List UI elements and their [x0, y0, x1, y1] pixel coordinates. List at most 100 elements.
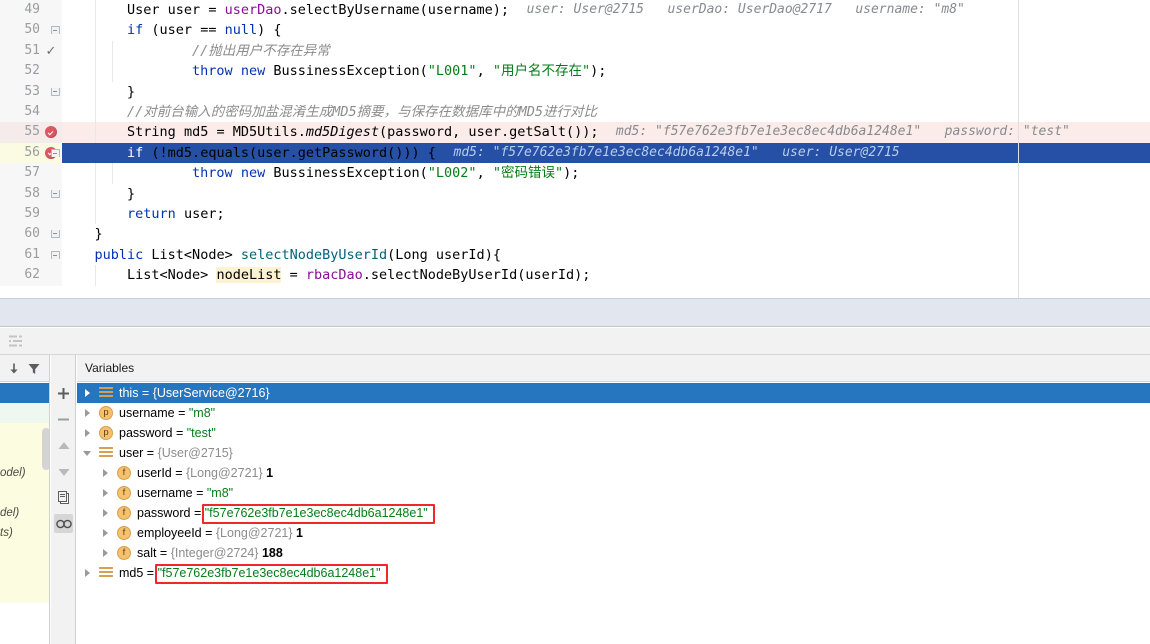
- debugger-toolbar[interactable]: [0, 328, 1150, 355]
- code-text[interactable]: }: [62, 184, 135, 204]
- chevron-right-icon[interactable]: [99, 523, 111, 543]
- code-line[interactable]: 58 }: [0, 183, 1150, 204]
- code-fold-up-icon[interactable]: [44, 224, 66, 244]
- code-line[interactable]: 53 }: [0, 81, 1150, 102]
- variable-label: username = "m8": [119, 406, 216, 420]
- code-line[interactable]: 59 return user;: [0, 204, 1150, 225]
- arrow-down-icon[interactable]: [54, 462, 73, 481]
- code-line[interactable]: 55 String md5 = MD5Utils.md5Digest(passw…: [0, 122, 1150, 143]
- code-line[interactable]: 56 if (!md5.equals(user.getPassword())) …: [0, 142, 1150, 164]
- arrow-up-icon[interactable]: [54, 436, 73, 455]
- code-text[interactable]: User user = userDao.selectByUsername(use…: [62, 0, 509, 20]
- variable-row[interactable]: f username = "m8": [77, 483, 1150, 503]
- inline-debug-hint: md5: "f57e762e3fb7e1e3ec8ec4db6a1248e1" …: [615, 124, 1070, 140]
- code-text[interactable]: if (user == null) {: [62, 20, 281, 40]
- line-number: 56: [24, 144, 40, 160]
- line-number: 51: [24, 42, 40, 58]
- line-number: 52: [24, 63, 40, 79]
- variable-row[interactable]: md5 = "f57e762e3fb7e1e3ec8ec4db6a1248e1": [77, 563, 1150, 583]
- frames-pane[interactable]: odel) del) ts): [0, 355, 50, 644]
- variable-row[interactable]: f userId = {Long@2721} 1: [77, 463, 1150, 483]
- frame-list-item[interactable]: [0, 543, 49, 563]
- chevron-right-icon[interactable]: [81, 423, 93, 443]
- variables-side-toolbar[interactable]: [51, 355, 76, 644]
- code-line[interactable]: 52 throw new BussinessException("L001", …: [0, 61, 1150, 82]
- code-line[interactable]: 54 //对前台输入的密码加盐混淆生成MD5摘要，与保存在数据库中的MD5进行对…: [0, 102, 1150, 123]
- chevron-right-icon[interactable]: [99, 543, 111, 563]
- variable-row[interactable]: p password = "test": [77, 423, 1150, 443]
- frame-list-item[interactable]: [0, 483, 49, 503]
- minus-icon[interactable]: [54, 410, 73, 429]
- method-check-icon[interactable]: ✓: [40, 41, 62, 61]
- variable-row[interactable]: user = {User@2715}: [77, 443, 1150, 463]
- variable-label: this = {UserService@2716}: [119, 386, 270, 400]
- code-line[interactable]: 51 ✓ //抛出用户不存在异常: [0, 40, 1150, 62]
- chevron-down-icon[interactable]: [81, 443, 93, 463]
- line-number: 54: [24, 104, 40, 119]
- frames-toolbar[interactable]: [0, 355, 49, 382]
- chevron-right-icon[interactable]: [99, 483, 111, 503]
- watches-icon[interactable]: [54, 514, 73, 533]
- right-margin-guide: [1018, 0, 1019, 298]
- code-text[interactable]: throw new BussinessException("L002", "密码…: [62, 163, 579, 183]
- chevron-right-icon[interactable]: [81, 563, 93, 583]
- copy-icon[interactable]: [54, 488, 73, 507]
- f-icon: f: [117, 466, 131, 480]
- chevron-right-icon[interactable]: [81, 403, 93, 423]
- code-line[interactable]: 57 throw new BussinessException("L002", …: [0, 163, 1150, 184]
- code-text[interactable]: String md5 = MD5Utils.md5Digest(password…: [62, 122, 598, 142]
- code-text[interactable]: public List<Node> selectNodeByUserId(Lon…: [62, 245, 501, 265]
- variable-row[interactable]: p username = "m8": [77, 403, 1150, 423]
- frame-list-item[interactable]: [0, 563, 49, 583]
- code-text[interactable]: //对前台输入的密码加盐混淆生成MD5摘要，与保存在数据库中的MD5进行对比: [62, 102, 597, 122]
- variable-row[interactable]: f password = "f57e762e3fb7e1e3ec8ec4db6a1…: [77, 503, 1150, 523]
- code-line[interactable]: 49 User user = userDao.selectByUsername(…: [0, 0, 1150, 21]
- variable-row-selected[interactable]: this = {UserService@2716}: [77, 383, 1150, 403]
- code-line[interactable]: 61 public List<Node> selectNodeByUserId(…: [0, 244, 1150, 266]
- line-number: 53: [24, 83, 40, 99]
- object-value-icon: [99, 447, 113, 459]
- frame-list-item[interactable]: del): [0, 503, 49, 523]
- code-text[interactable]: if (!md5.equals(user.getPassword())) {: [62, 143, 436, 163]
- layout-settings-icon[interactable]: [8, 334, 24, 348]
- code-text[interactable]: List<Node> nodeList = rbacDao.selectNode…: [62, 265, 590, 285]
- chevron-right-icon[interactable]: [99, 463, 111, 483]
- code-line[interactable]: 50 if (user == null) {: [0, 20, 1150, 41]
- frame-list-item[interactable]: [0, 403, 49, 423]
- line-background: [62, 82, 1150, 102]
- frame-list-item[interactable]: ts): [0, 523, 49, 543]
- plus-icon[interactable]: [54, 384, 73, 403]
- arrow-down-icon[interactable]: [7, 362, 21, 376]
- code-line[interactable]: 60 }: [0, 224, 1150, 245]
- code-fold-down-icon[interactable]: [44, 245, 66, 265]
- code-text[interactable]: throw new BussinessException("L001", "用户…: [62, 61, 606, 81]
- frame-list-item[interactable]: [0, 583, 49, 603]
- variable-row[interactable]: f salt = {Integer@2724} 188: [77, 543, 1150, 563]
- breakpoint-icon[interactable]: [40, 122, 62, 142]
- line-background: [62, 184, 1150, 204]
- frame-list-item[interactable]: [0, 383, 49, 403]
- f-icon: f: [117, 486, 131, 500]
- variables-pane[interactable]: Variables this = {UserService@2716} p user…: [77, 355, 1150, 644]
- code-text[interactable]: }: [62, 82, 135, 102]
- code-fold-down-icon[interactable]: [44, 143, 66, 163]
- editor-debugger-splitter[interactable]: [0, 298, 1150, 327]
- code-editor[interactable]: 49 User user = userDao.selectByUsername(…: [0, 0, 1150, 298]
- code-text[interactable]: return user;: [62, 204, 225, 224]
- filter-icon[interactable]: [27, 362, 41, 376]
- code-fold-up-icon[interactable]: [44, 184, 66, 204]
- code-line[interactable]: 62 List<Node> nodeList = rbacDao.selectN…: [0, 265, 1150, 286]
- variable-label: employeeId = {Long@2721} 1: [137, 526, 303, 540]
- code-fold-up-icon[interactable]: [44, 82, 66, 102]
- variable-label: username = "m8": [137, 486, 234, 500]
- chevron-right-icon[interactable]: [81, 383, 93, 403]
- code-text[interactable]: //抛出用户不存在异常: [62, 41, 330, 61]
- frames-scrollbar[interactable]: [42, 428, 49, 470]
- line-number: 57: [24, 165, 40, 181]
- code-text[interactable]: }: [62, 224, 103, 244]
- code-fold-down-icon[interactable]: [44, 20, 66, 40]
- variable-label: salt = {Integer@2724} 188: [137, 546, 283, 560]
- variable-row[interactable]: f employeeId = {Long@2721} 1: [77, 523, 1150, 543]
- chevron-right-icon[interactable]: [99, 503, 111, 523]
- object-value-icon: [99, 387, 113, 399]
